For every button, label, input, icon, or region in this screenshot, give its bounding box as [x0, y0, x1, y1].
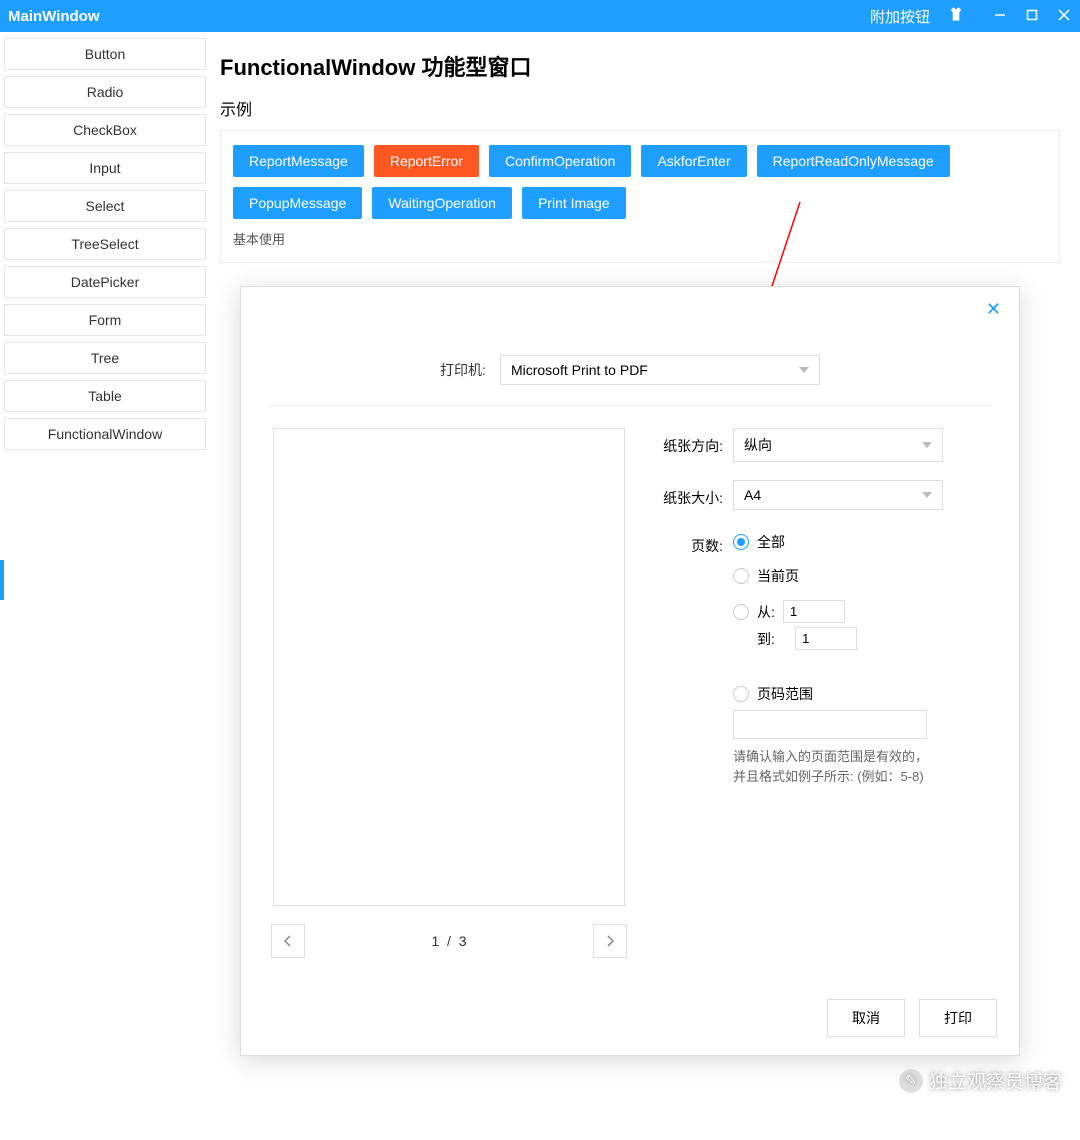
askfor-enter-button[interactable]: AskforEnter — [641, 145, 746, 177]
sidebar-item-datepicker[interactable]: DatePicker — [4, 266, 206, 298]
range-hint: 请确认输入的页面范围是有效的，并且格式如例子所示: (例如：5-8) — [733, 747, 933, 786]
sidebar-item-form[interactable]: Form — [4, 304, 206, 336]
printer-select[interactable]: Microsoft Print to PDF — [500, 355, 820, 385]
radio-current[interactable] — [733, 568, 749, 584]
print-image-button[interactable]: Print Image — [522, 187, 626, 219]
dialog-close-icon[interactable]: ✕ — [986, 299, 1001, 320]
close-button[interactable] — [1056, 8, 1072, 25]
radio-from-to[interactable] — [733, 604, 749, 620]
page-title: FunctionalWindow 功能型窗口 — [220, 50, 1060, 82]
prev-page-button[interactable] — [271, 924, 305, 958]
radio-to-label: 到: — [757, 629, 787, 649]
sidebar-item-radio[interactable]: Radio — [4, 76, 206, 108]
radio-all-label: 全部 — [757, 532, 785, 552]
sidebar-item-tree[interactable]: Tree — [4, 342, 206, 374]
pages-label: 页数: — [651, 528, 733, 556]
titlebar: MainWindow 附加按钮 — [0, 0, 1080, 32]
radio-current-label: 当前页 — [757, 566, 799, 586]
waiting-operation-button[interactable]: WaitingOperation — [372, 187, 512, 219]
next-page-button[interactable] — [593, 924, 627, 958]
example-box: ReportMessage ReportError ConfirmOperati… — [220, 130, 1060, 263]
sidebar-item-functionalwindow[interactable]: FunctionalWindow — [4, 418, 206, 450]
report-readonly-message-button[interactable]: ReportReadOnlyMessage — [757, 145, 950, 177]
report-error-button[interactable]: ReportError — [374, 145, 479, 177]
radio-from-label: 从: — [757, 602, 775, 622]
print-dialog: ✕ 打印机: Microsoft Print to PDF 1 / 3 — [240, 286, 1020, 1056]
size-select[interactable]: A4 — [733, 480, 943, 510]
popup-message-button[interactable]: PopupMessage — [233, 187, 362, 219]
basic-usage-label: 基本使用 — [233, 229, 1047, 248]
printer-label: 打印机: — [440, 360, 486, 380]
page-indicator: 1 / 3 — [431, 933, 466, 949]
print-button[interactable]: 打印 — [919, 999, 997, 1037]
sidebar: Button Radio CheckBox Input Select TreeS… — [0, 32, 210, 1140]
confirm-operation-button[interactable]: ConfirmOperation — [489, 145, 632, 177]
window-title: MainWindow — [8, 8, 870, 25]
to-input[interactable] — [795, 627, 857, 650]
sidebar-item-button[interactable]: Button — [4, 38, 206, 70]
size-label: 纸张大小: — [651, 480, 733, 508]
sidebar-item-table[interactable]: Table — [4, 380, 206, 412]
extra-button[interactable]: 附加按钮 — [870, 6, 930, 27]
radio-all[interactable] — [733, 534, 749, 550]
report-message-button[interactable]: ReportMessage — [233, 145, 364, 177]
maximize-button[interactable] — [1024, 8, 1040, 25]
range-input[interactable] — [733, 710, 927, 739]
watermark: ✎ 独立观察员博客 — [899, 1067, 1062, 1094]
minimize-button[interactable] — [992, 8, 1008, 25]
sidebar-item-select[interactable]: Select — [4, 190, 206, 222]
sidebar-item-checkbox[interactable]: CheckBox — [4, 114, 206, 146]
from-input[interactable] — [783, 600, 845, 623]
example-label: 示例 — [220, 96, 1060, 120]
sidebar-item-treeselect[interactable]: TreeSelect — [4, 228, 206, 260]
radio-range-label: 页码范围 — [757, 684, 813, 704]
scroll-indicator — [0, 560, 4, 600]
orientation-label: 纸张方向: — [651, 428, 733, 456]
orientation-select[interactable]: 纵向 — [733, 428, 943, 462]
printer-value: Microsoft Print to PDF — [511, 362, 648, 378]
shirt-icon[interactable] — [948, 6, 964, 26]
cancel-button[interactable]: 取消 — [827, 999, 905, 1037]
print-preview — [273, 428, 625, 906]
radio-range[interactable] — [733, 686, 749, 702]
sidebar-item-input[interactable]: Input — [4, 152, 206, 184]
wechat-icon: ✎ — [899, 1069, 923, 1093]
